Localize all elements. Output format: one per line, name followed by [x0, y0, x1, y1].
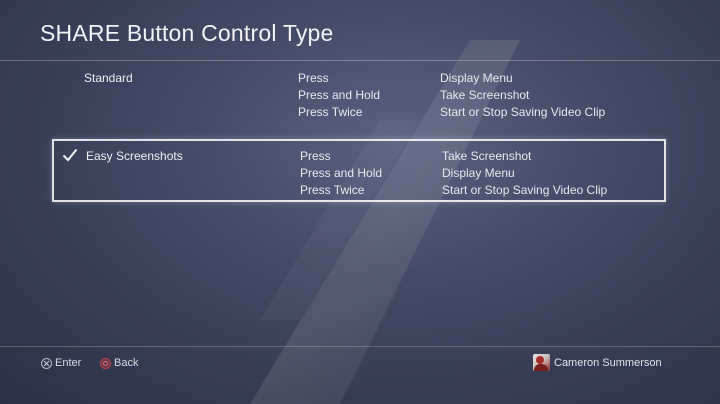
action-label: Press Twice [298, 105, 363, 119]
action-label: Press Twice [300, 183, 365, 197]
cross-button-icon [41, 357, 52, 369]
circle-button-icon [100, 357, 111, 369]
user-profile: Cameron Summerson [533, 354, 662, 371]
action-label: Press [298, 71, 329, 85]
user-name: Cameron Summerson [554, 356, 662, 369]
back-hint[interactable]: Back [100, 357, 138, 369]
action-label: Press and Hold [300, 166, 383, 180]
action-label: Press and Hold [298, 88, 381, 102]
option-name: Standard [84, 71, 133, 85]
enter-label: Enter [55, 357, 82, 369]
result-list: Display Menu Take Screenshot Start or St… [440, 70, 660, 121]
avatar-icon [533, 354, 550, 371]
option-easy-screenshots[interactable]: Easy Screenshots Press Press and Hold Pr… [52, 139, 666, 202]
option-standard[interactable]: Standard Press Press and Hold Press Twic… [52, 68, 666, 124]
result-list: Take Screenshot Display Menu Start or St… [442, 148, 662, 199]
action-list: Press Press and Hold Press Twice [298, 70, 438, 121]
action-list: Press Press and Hold Press Twice [300, 148, 440, 199]
result-label: Display Menu [440, 71, 513, 85]
option-name: Easy Screenshots [86, 149, 183, 163]
enter-hint[interactable]: Enter [41, 357, 81, 369]
result-label: Start or Stop Saving Video Clip [442, 183, 608, 197]
result-label: Take Screenshot [440, 88, 530, 102]
result-label: Take Screenshot [442, 149, 532, 163]
title-divider [0, 60, 720, 61]
footer-divider [0, 346, 720, 347]
result-label: Start or Stop Saving Video Clip [440, 105, 606, 119]
page-title: SHARE Button Control Type [40, 20, 334, 46]
result-label: Display Menu [442, 166, 515, 180]
action-label: Press [300, 149, 331, 163]
checkmark-icon [62, 148, 78, 162]
back-label: Back [114, 357, 139, 369]
